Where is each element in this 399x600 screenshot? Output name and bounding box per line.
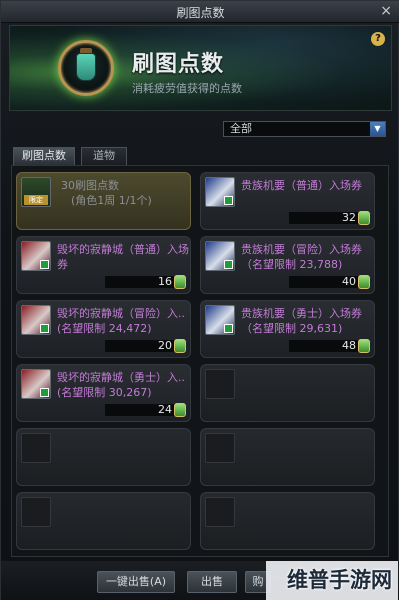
ticket-red-icon: [21, 241, 51, 271]
chevron-down-icon[interactable]: ▼: [370, 122, 385, 136]
empty-icon-slot: [205, 433, 235, 463]
empty-icon-slot: [205, 497, 235, 527]
shop-item-6[interactable]: 毁坏的寂静城（勇士）入..(名望限制 30,267) 24: [16, 364, 191, 422]
shop-item-2[interactable]: 毁坏的寂静城（普通）入场券 16: [16, 236, 191, 294]
lock-icon: [224, 260, 233, 269]
item-name: 贵族机要（普通）入场券: [241, 179, 362, 192]
shop-window: 刷图点数 × 刷图点数 消耗疲劳值获得的点数 ? 全部 ▼ 刷图点数 道物 限定…: [0, 0, 399, 600]
filter-selected-value: 全部: [230, 122, 252, 135]
ticket-blue-icon: [205, 177, 235, 207]
help-icon[interactable]: ?: [371, 32, 385, 46]
ticket-blue-icon: [205, 241, 235, 271]
point-coin-icon: [174, 275, 186, 289]
ticket-red-icon: [21, 369, 51, 399]
category-filter-dropdown[interactable]: 全部 ▼: [223, 121, 386, 137]
item-cost: 40: [342, 275, 356, 288]
title-bar[interactable]: 刷图点数 ×: [1, 1, 399, 23]
lock-icon: [224, 324, 233, 333]
empty-icon-slot: [205, 369, 235, 399]
shop-item-3[interactable]: 贵族机要（冒险）入场券（名望限制 23,788) 40: [200, 236, 375, 294]
item-name: 毁坏的寂静城（勇士）入..(名望限制 30,267): [57, 371, 185, 399]
bottle-icon: [76, 53, 96, 81]
item-name: 贵族机要（勇士）入场券（名望限制 29,631): [241, 307, 362, 335]
point-coin-icon: [358, 339, 370, 353]
empty-icon-slot: [21, 433, 51, 463]
point-coin-icon: [174, 339, 186, 353]
empty-slot: [200, 364, 375, 422]
empty-slot: [200, 428, 375, 486]
sell-all-button[interactable]: 一键出售(A): [97, 571, 175, 593]
item-cost: 24: [158, 403, 172, 416]
item-cost: 16: [158, 275, 172, 288]
item-cost: 48: [342, 339, 356, 352]
limited-tag: 限定: [24, 195, 48, 205]
point-coin-icon: [358, 275, 370, 289]
tab-items[interactable]: 道物: [81, 147, 127, 165]
shop-item-1[interactable]: 贵族机要（普通）入场券 32: [200, 172, 375, 230]
shop-item-0[interactable]: 限定 30刷图点数 (角色1周 1/1个): [16, 172, 191, 230]
banner-subtitle: 消耗疲劳值获得的点数: [132, 82, 242, 95]
item-grid: 限定 30刷图点数 (角色1周 1/1个) 贵族机要（普通）入场券 32 毁坏的…: [11, 165, 389, 557]
item-cost: 32: [342, 211, 356, 224]
empty-slot: [16, 492, 191, 550]
lock-icon: [40, 260, 49, 269]
header-banner: 刷图点数 消耗疲劳值获得的点数 ?: [9, 25, 392, 111]
shop-item-4[interactable]: 毁坏的寂静城（冒险）入..(名望限制 24,472) 20: [16, 300, 191, 358]
ticket-red-icon: [21, 305, 51, 335]
item-name: 贵族机要（冒险）入场券（名望限制 23,788): [241, 243, 362, 271]
tab-dungeon-points[interactable]: 刷图点数: [13, 147, 75, 165]
banner-title: 刷图点数: [132, 52, 225, 77]
lock-icon: [224, 196, 233, 205]
sell-button[interactable]: 出售: [187, 571, 237, 593]
point-coin-icon: [174, 403, 186, 417]
item-name: 毁坏的寂静城（冒险）入..(名望限制 24,472): [57, 307, 185, 335]
ticket-blue-icon: [205, 305, 235, 335]
item-limit: (角色1周 1/1个): [71, 194, 152, 207]
item-name: 毁坏的寂静城（普通）入场券: [57, 243, 189, 271]
window-title: 刷图点数: [176, 6, 225, 20]
lock-icon: [40, 324, 49, 333]
empty-slot: [16, 428, 191, 486]
shop-item-5[interactable]: 贵族机要（勇士）入场券（名望限制 29,631) 48: [200, 300, 375, 358]
potion-emblem-icon: [58, 40, 114, 96]
item-title: 30刷图点数: [61, 179, 119, 192]
point-coin-icon: [358, 211, 370, 225]
potion-icon: 限定: [21, 177, 51, 207]
close-icon[interactable]: ×: [380, 3, 392, 19]
empty-slot: [200, 492, 375, 550]
item-name: 30刷图点数 (角色1周 1/1个): [57, 178, 189, 208]
site-watermark: 维普手游网: [287, 568, 392, 592]
lock-icon: [40, 388, 49, 397]
item-cost: 20: [158, 339, 172, 352]
empty-icon-slot: [21, 497, 51, 527]
